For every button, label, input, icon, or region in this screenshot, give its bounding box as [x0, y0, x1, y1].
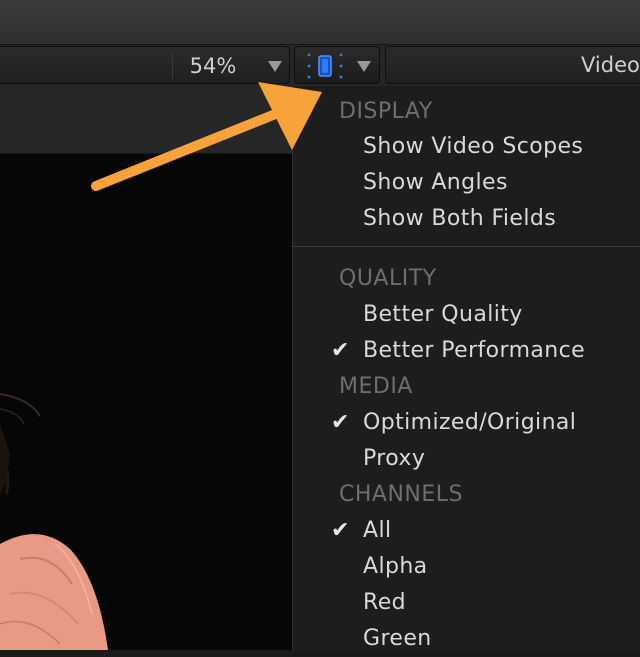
- menu-header-quality: QUALITY: [339, 266, 437, 291]
- chevron-down-icon: [268, 61, 282, 72]
- viewer-canvas: [0, 154, 292, 650]
- menu-item-label: Show Video Scopes: [363, 134, 584, 159]
- checkmark-icon: ✔: [331, 518, 350, 543]
- menu-item-red[interactable]: Red: [293, 585, 640, 621]
- menu-item-label: Proxy: [363, 446, 426, 471]
- zoom-divider: [172, 53, 173, 79]
- zoom-popup[interactable]: 54%: [0, 46, 290, 84]
- menu-item-better-performance[interactable]: ✔ Better Performance: [293, 333, 640, 369]
- menu-header-display: DISPLAY: [339, 99, 433, 124]
- menu-item-label: All: [363, 518, 392, 543]
- video-button[interactable]: Video: [385, 46, 640, 84]
- menu-item-label: Better Quality: [363, 302, 523, 327]
- menu-item-label: Show Angles: [363, 170, 508, 195]
- checkmark-icon: ✔: [331, 410, 350, 435]
- menu-item-show-video-scopes[interactable]: Show Video Scopes: [293, 129, 640, 165]
- menu-item-label: Show Both Fields: [363, 206, 557, 231]
- view-options-menu: DISPLAY Show Video Scopes Show Angles Sh…: [292, 86, 640, 651]
- checkmark-icon: ✔: [331, 338, 350, 363]
- menu-item-label: Optimized/Original: [363, 410, 577, 435]
- menu-item-all[interactable]: ✔ All: [293, 513, 640, 549]
- viewer-header: [0, 87, 292, 154]
- menu-item-optimized-original[interactable]: ✔ Optimized/Original: [293, 405, 640, 441]
- triangle-down-icon: [357, 61, 371, 72]
- menu-item-better-quality[interactable]: Better Quality: [293, 297, 640, 333]
- menu-item-show-angles[interactable]: Show Angles: [293, 165, 640, 201]
- menu-header-channels: CHANNELS: [339, 482, 463, 507]
- menu-item-label: Green: [363, 626, 432, 651]
- menu-header-media: MEDIA: [339, 374, 413, 399]
- zoom-value: 54%: [189, 54, 237, 78]
- menu-item-show-both-fields[interactable]: Show Both Fields: [293, 201, 640, 237]
- menu-item-alpha[interactable]: Alpha: [293, 549, 640, 585]
- window-top-strip: [0, 0, 640, 44]
- video-frame-image: [0, 154, 292, 650]
- menu-item-label: Red: [363, 590, 406, 615]
- viewer-display-icon: [307, 53, 343, 79]
- menu-item-proxy[interactable]: Proxy: [293, 441, 640, 477]
- menu-item-label: Better Performance: [363, 338, 586, 363]
- view-options-button[interactable]: [294, 46, 380, 84]
- menu-item-green[interactable]: Green: [293, 621, 640, 657]
- menu-item-label: Alpha: [363, 554, 428, 579]
- menu-separator: [293, 246, 640, 247]
